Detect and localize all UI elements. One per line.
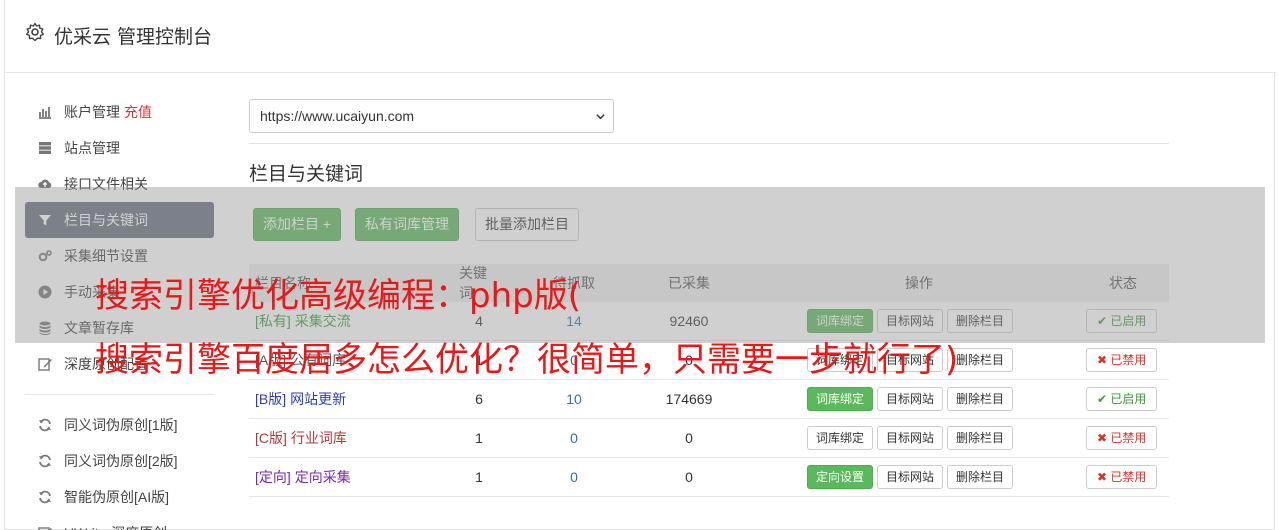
sidebar-item-label: UWriter深度原创 [64,525,167,530]
status-toggle[interactable]: ✖ 已禁用 [1086,465,1158,489]
page-title: 优采云 管理控制台 [54,26,213,48]
refresh-icon [39,490,51,504]
gear-icon [26,22,44,42]
sidebar-divider [25,394,214,395]
status-toggle[interactable]: ✖ 已禁用 [1086,348,1158,372]
pending-count[interactable]: 0 [549,458,599,496]
sidebar-item-1[interactable]: 站点管理 [25,130,214,166]
sidebar-item-tool-1[interactable]: 同义词伪原创[2版] [25,443,214,479]
target-site-button[interactable]: 目标网站 [877,465,944,489]
status-label: 已启用 [1110,392,1147,406]
chevron-down-icon [596,114,605,120]
pending-count[interactable]: 10 [549,380,599,418]
state-cell: ✖ 已禁用 [1086,419,1158,457]
collected-count: 0 [685,469,693,485]
section-title: 栏目与关键词 [249,163,364,185]
status-label: 已禁用 [1110,353,1147,367]
column-tag: [定向] [255,469,291,485]
row-actions: 词库绑定 目标网站 删除栏目 [807,380,1017,418]
column-tag: [C版] [255,430,287,446]
column-name[interactable]: 网站更新 [290,389,346,409]
status-toggle[interactable]: ✖ 已禁用 [1086,426,1158,450]
target-site-button[interactable]: 目标网站 [877,426,944,450]
close-icon: ✖ [1097,470,1111,484]
keyword-count: 1 [475,469,483,485]
bind-library-button[interactable]: 定向设置 [807,465,874,489]
keyword-count: 1 [475,430,483,446]
delete-column-button[interactable]: 删除栏目 [947,426,1014,450]
pending-count[interactable]: 0 [549,419,599,457]
refresh-icon [39,454,51,468]
watermark-overlay [15,187,1265,343]
edit-icon [38,358,52,371]
site-select[interactable]: https://www.ucaiyun.com [249,99,614,133]
status-label: 已禁用 [1110,431,1147,445]
edit-icon [38,527,52,530]
sidebar-item-tool-3[interactable]: UWriter深度原创 [25,515,214,530]
sidebar-item-label: 同义词伪原创[1版] [64,417,178,433]
watermark-line-2: 搜索引擎百度居多怎么优化？很简单，只需要一步就行了) [95,340,959,380]
refresh-icon [39,418,51,432]
site-select-value: https://www.ucaiyun.com [260,108,415,124]
top-header: 优采云 管理控制台 [5,0,1276,73]
sidebar-item-label: 同义词伪原创[2版] [64,453,178,469]
bind-library-button[interactable]: 词库绑定 [807,387,874,411]
delete-column-button[interactable]: 删除栏目 [947,465,1014,489]
delete-column-button[interactable]: 删除栏目 [947,387,1014,411]
row-actions: 词库绑定 目标网站 删除栏目 [807,419,1017,457]
sidebar-item-label: 智能伪原创[AI版] [64,489,170,505]
collected-count: 174669 [665,391,713,407]
column-name[interactable]: 行业词库 [291,428,347,448]
row-actions: 定向设置 目标网站 删除栏目 [807,458,1017,496]
bind-library-button[interactable]: 词库绑定 [807,426,874,450]
table-row: [定向] 定向采集 1 0 0 定向设置 目标网站 删除栏目 ✖ 已禁用 [249,458,1169,497]
column-tag: [B版] [255,391,287,407]
table-row: [C版] 行业词库 1 0 0 词库绑定 目标网站 删除栏目 ✖ 已禁用 [249,419,1169,458]
state-cell: ✔ 已启用 [1086,380,1158,418]
recharge-link[interactable]: 充值 [124,104,152,120]
close-icon: ✖ [1097,431,1111,445]
sidebar-item-0[interactable]: 账户管理 充值 [25,94,214,130]
column-name-cell[interactable]: [C版] 行业词库 [255,419,347,457]
sidebar-item-label: 账户管理 [64,104,120,120]
sidebar-item-tool-0[interactable]: 同义词伪原创[1版] [25,407,214,443]
column-name-cell[interactable]: [定向] 定向采集 [255,458,351,496]
column-name-cell[interactable]: [B版] 网站更新 [255,380,346,418]
status-label: 已禁用 [1110,470,1147,484]
column-name[interactable]: 定向采集 [295,467,351,487]
state-cell: ✖ 已禁用 [1086,341,1158,379]
collected-count: 0 [685,430,693,446]
divider [249,143,1169,144]
status-toggle[interactable]: ✔ 已启用 [1086,387,1158,411]
keyword-count: 6 [475,391,483,407]
check-icon: ✔ [1097,392,1111,406]
server-icon [39,142,51,154]
state-cell: ✖ 已禁用 [1086,458,1158,496]
bar-chart-icon [39,107,51,119]
close-icon: ✖ [1097,353,1111,367]
table-row: [B版] 网站更新 6 10 174669 词库绑定 目标网站 删除栏目 ✔ 已启用 [249,380,1169,419]
sidebar-item-tool-2[interactable]: 智能伪原创[AI版] [25,479,214,515]
target-site-button[interactable]: 目标网站 [877,387,944,411]
watermark-line-1: 搜索引擎优化高级编程：php版( [95,276,581,316]
sidebar-item-label: 站点管理 [64,140,120,156]
